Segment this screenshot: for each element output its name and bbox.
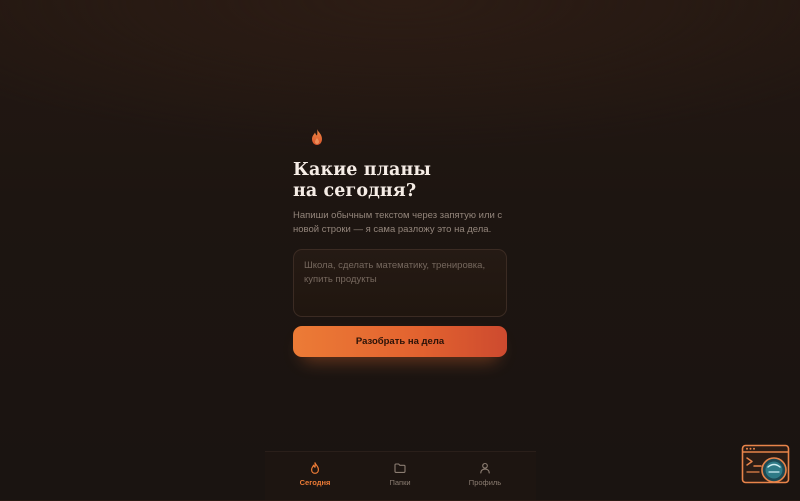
folder-icon xyxy=(394,463,406,473)
app-screen: Какие планы на сегодня? Напиши обычным т… xyxy=(0,0,800,500)
nav-label-today: Сегодня xyxy=(299,478,331,487)
nav-label-profile: Профиль xyxy=(468,478,502,487)
nav-item-folders[interactable]: Папки xyxy=(355,452,445,501)
tasks-input-container xyxy=(293,249,507,317)
page-title: Какие планы на сегодня? xyxy=(293,160,533,202)
title-line-2: на сегодня? xyxy=(293,181,417,201)
dev-tools-icon[interactable] xyxy=(741,444,791,486)
tasks-input[interactable] xyxy=(304,259,496,307)
nav-item-profile[interactable]: Профиль xyxy=(440,452,530,501)
nav-item-today[interactable]: Сегодня xyxy=(270,452,360,501)
user-icon xyxy=(480,462,490,474)
flame-icon xyxy=(311,462,319,474)
parse-tasks-button[interactable]: Разобрать на дела xyxy=(293,326,507,357)
bottom-nav: Сегодня Папки Профиль xyxy=(265,451,536,500)
nav-label-folders: Папки xyxy=(389,478,411,487)
page-subtitle: Напиши обычным текстом через запятую или… xyxy=(293,210,503,235)
title-line-1: Какие планы xyxy=(293,160,432,180)
flame-icon xyxy=(312,129,322,145)
